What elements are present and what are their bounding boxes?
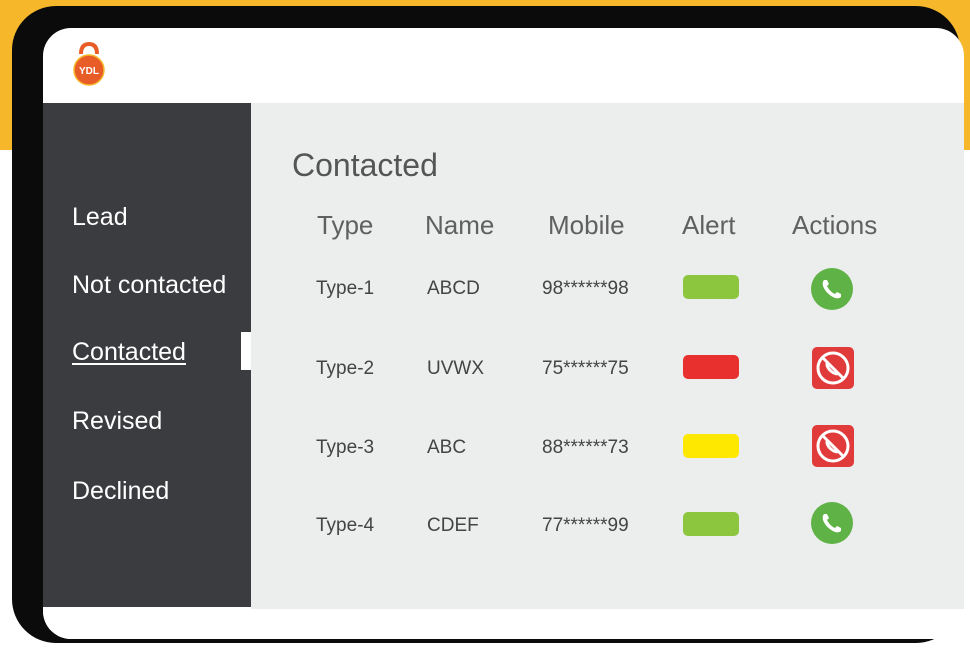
alert-indicator [683,355,739,379]
app-logo: YDL [73,41,105,86]
bottom-bezel-strip [43,609,964,639]
call-accept-icon[interactable] [810,267,854,311]
sidebar-item-lead[interactable]: Lead [72,203,128,232]
call-decline-icon[interactable] [812,425,854,467]
cell-name: ABCD [427,278,480,299]
sidebar-item-not-contacted[interactable]: Not contacted [72,271,226,300]
column-header-actions: Actions [792,210,878,240]
cell-mobile: 75******75 [542,358,629,379]
cell-type: Type-2 [316,358,375,379]
column-header-mobile: Mobile [548,210,625,240]
page-title: Contacted [292,147,438,183]
column-header-alert: Alert [682,210,736,240]
cell-name: ABC [427,437,467,458]
active-item-marker [241,332,251,370]
call-accept-icon[interactable] [810,501,854,545]
column-header-name: Name [425,210,495,240]
cell-type: Type-1 [316,278,375,299]
alert-indicator [683,434,739,458]
sidebar-item-declined[interactable]: Declined [72,477,169,506]
cell-mobile: 77******99 [542,515,629,536]
cell-name: UVWX [427,358,484,379]
call-decline-icon[interactable] [812,347,854,389]
cell-type: Type-4 [316,515,375,536]
alert-indicator [683,275,739,299]
alert-indicator [683,512,739,536]
cell-mobile: 98******98 [542,278,629,299]
logo-text: YDL [79,66,99,77]
cell-name: CDEF [427,515,479,536]
sidebar: Lead Not contacted Contacted Revised Dec… [43,103,251,607]
cell-mobile: 88******73 [542,437,629,458]
main-panel: Contacted Type Name Mobile Alert Actions… [251,103,964,609]
sidebar-item-contacted[interactable]: Contacted [72,338,186,367]
app-screen: YDL Lead Not contacted Contacted Revised… [43,28,964,639]
column-header-type: Type [317,210,374,240]
device-frame: YDL Lead Not contacted Contacted Revised… [12,6,964,643]
cell-type: Type-3 [316,437,375,458]
sidebar-item-revised[interactable]: Revised [72,407,162,436]
